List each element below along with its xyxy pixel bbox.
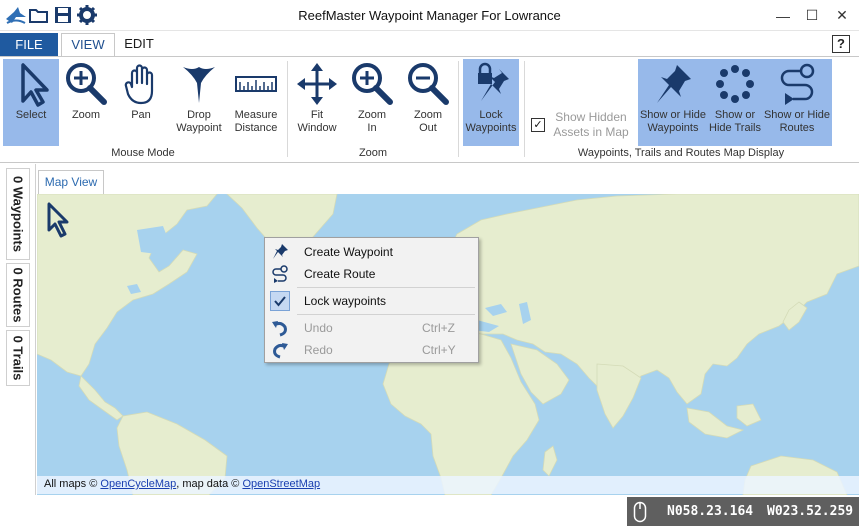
menu-label: Undo xyxy=(304,321,333,335)
fit-window-icon xyxy=(292,59,342,109)
tab-view[interactable]: VIEW xyxy=(61,33,115,56)
menu-separator xyxy=(297,314,475,315)
zoom-out-label: Zoom Out xyxy=(413,109,443,134)
show-hidden-checkbox[interactable]: ✓ xyxy=(531,118,545,132)
drop-waypoint-icon xyxy=(171,59,227,109)
document-tab-strip: Map View xyxy=(37,164,859,195)
menu-label: Redo xyxy=(304,343,333,357)
ruler-icon xyxy=(229,59,283,109)
openstreetmap-link[interactable]: OpenStreetMap xyxy=(242,478,320,490)
redo-icon xyxy=(270,340,290,360)
menu-shortcut: Ctrl+Z xyxy=(422,321,455,335)
separator xyxy=(524,61,525,157)
select-arrow-icon xyxy=(3,59,59,109)
zoom-out-button[interactable]: Zoom Out xyxy=(402,59,454,146)
ribbon-panel: Select Zoom Pan Drop Waypoint Measure Di… xyxy=(0,56,859,163)
zoom-icon xyxy=(61,59,111,109)
landmass-madagascar xyxy=(542,445,558,477)
help-button[interactable]: ? xyxy=(832,35,850,53)
opencyclemap-link[interactable]: OpenCycleMap xyxy=(100,478,176,490)
drop-waypoint-label: Drop Waypoint xyxy=(176,109,222,134)
mouse-icon xyxy=(633,501,647,526)
lock-waypoints-label: Lock Waypoints xyxy=(465,109,517,134)
menu-item-create-waypoint[interactable]: Create Waypoint xyxy=(266,241,477,263)
pan-button[interactable]: Pan xyxy=(113,59,169,146)
show-hide-waypoints-button[interactable]: Show or Hide Waypoints xyxy=(638,59,708,146)
ribbon-tab-strip: FILE VIEW EDIT ? xyxy=(0,31,859,56)
lock-waypoints-button[interactable]: Lock Waypoints xyxy=(463,59,519,146)
side-tab-routes-label: 0 Routes xyxy=(10,267,26,323)
show-hide-trails-label: Show or Hide Trails xyxy=(709,109,761,134)
landmass-india xyxy=(596,363,642,429)
zoom-out-icon xyxy=(402,59,454,109)
menu-item-create-route[interactable]: Create Route xyxy=(266,263,477,285)
menu-separator xyxy=(297,287,475,288)
side-tab-waypoints-label: 0 Waypoints xyxy=(10,175,26,253)
landmass-borneo xyxy=(736,403,762,427)
coordinate-readout: N058.23.164 W023.52.259 xyxy=(627,497,859,526)
drop-waypoint-button[interactable]: Drop Waypoint xyxy=(171,59,227,146)
longitude-readout: W023.52.259 xyxy=(767,504,854,519)
landmass-central-america xyxy=(78,375,124,421)
mouse-mode-group-label: Mouse Mode xyxy=(111,147,175,159)
zoom-mode-button[interactable]: Zoom xyxy=(61,59,111,146)
side-tab-waypoints[interactable]: 0 Waypoints xyxy=(6,168,30,260)
separator xyxy=(458,61,459,157)
show-hide-trails-button[interactable]: Show or Hide Trails xyxy=(708,59,762,146)
zoom-mode-label: Zoom xyxy=(71,109,101,121)
zoom-in-icon xyxy=(346,59,398,109)
attribution-prefix: All maps © xyxy=(44,478,101,490)
route-icon xyxy=(270,264,290,284)
maximize-button[interactable]: ☐ xyxy=(797,0,827,31)
zoom-in-label: Zoom In xyxy=(357,109,387,134)
side-tab-routes[interactable]: 0 Routes xyxy=(6,263,30,327)
window-title: ReefMaster Waypoint Manager For Lowrance xyxy=(298,8,561,23)
attribution-middle: , map data © xyxy=(176,478,243,490)
side-tab-trails[interactable]: 0 Trails xyxy=(6,330,30,386)
display-group-label: Waypoints, Trails and Routes Map Display xyxy=(577,147,785,159)
menu-item-redo[interactable]: Redo Ctrl+Y xyxy=(266,339,477,361)
fit-window-button[interactable]: Fit Window xyxy=(292,59,342,146)
close-button[interactable]: ✕ xyxy=(827,0,857,31)
side-tab-trails-label: 0 Trails xyxy=(10,335,26,381)
menu-label: Create Route xyxy=(304,267,376,281)
fit-window-label: Fit Window xyxy=(297,109,337,134)
separator xyxy=(287,61,288,157)
pan-label: Pan xyxy=(131,109,151,121)
show-hide-waypoints-label: Show or Hide Waypoints xyxy=(639,109,707,134)
tab-file[interactable]: FILE xyxy=(0,33,58,56)
select-button[interactable]: Select xyxy=(3,59,59,146)
trail-dots-icon xyxy=(708,59,762,109)
menu-item-lock-waypoints[interactable]: Lock waypoints xyxy=(266,290,477,312)
map-attribution: All maps © OpenCycleMap, map data © Open… xyxy=(37,476,859,494)
select-label: Select xyxy=(15,109,47,121)
context-menu: Create Waypoint Create Route Lock waypoi… xyxy=(264,237,479,363)
show-hide-routes-button[interactable]: Show or Hide Routes xyxy=(762,59,832,146)
show-hide-routes-label: Show or Hide Routes xyxy=(763,109,831,134)
hudson-bay xyxy=(137,226,169,254)
tab-map-view[interactable]: Map View xyxy=(38,170,104,195)
show-hidden-label: Show Hidden Assets in Map xyxy=(553,110,629,139)
measure-distance-label: Measure Distance xyxy=(234,109,278,134)
landmass-se-asia xyxy=(686,407,745,439)
tab-edit[interactable]: EDIT xyxy=(117,33,161,56)
menu-label: Create Waypoint xyxy=(304,245,393,259)
minimize-button[interactable]: — xyxy=(768,0,798,31)
latitude-readout: N058.23.164 xyxy=(667,504,754,519)
title-bar: ReefMaster Waypoint Manager For Lowrance… xyxy=(0,0,859,31)
hand-icon xyxy=(113,59,169,109)
menu-item-undo[interactable]: Undo Ctrl+Z xyxy=(266,317,477,339)
undo-icon xyxy=(270,318,290,338)
checkmark-icon xyxy=(270,291,290,311)
zoom-in-button[interactable]: Zoom In xyxy=(346,59,398,146)
pin-icon xyxy=(270,242,290,262)
menu-shortcut: Ctrl+Y xyxy=(422,343,456,357)
measure-distance-button[interactable]: Measure Distance xyxy=(229,59,283,146)
pin-icon xyxy=(638,59,708,109)
lock-pin-icon xyxy=(463,59,519,109)
route-icon xyxy=(762,59,832,109)
zoom-group-label: Zoom xyxy=(358,147,388,159)
menu-label: Lock waypoints xyxy=(304,294,387,308)
side-panel: 0 Waypoints 0 Routes 0 Trails xyxy=(0,164,36,495)
